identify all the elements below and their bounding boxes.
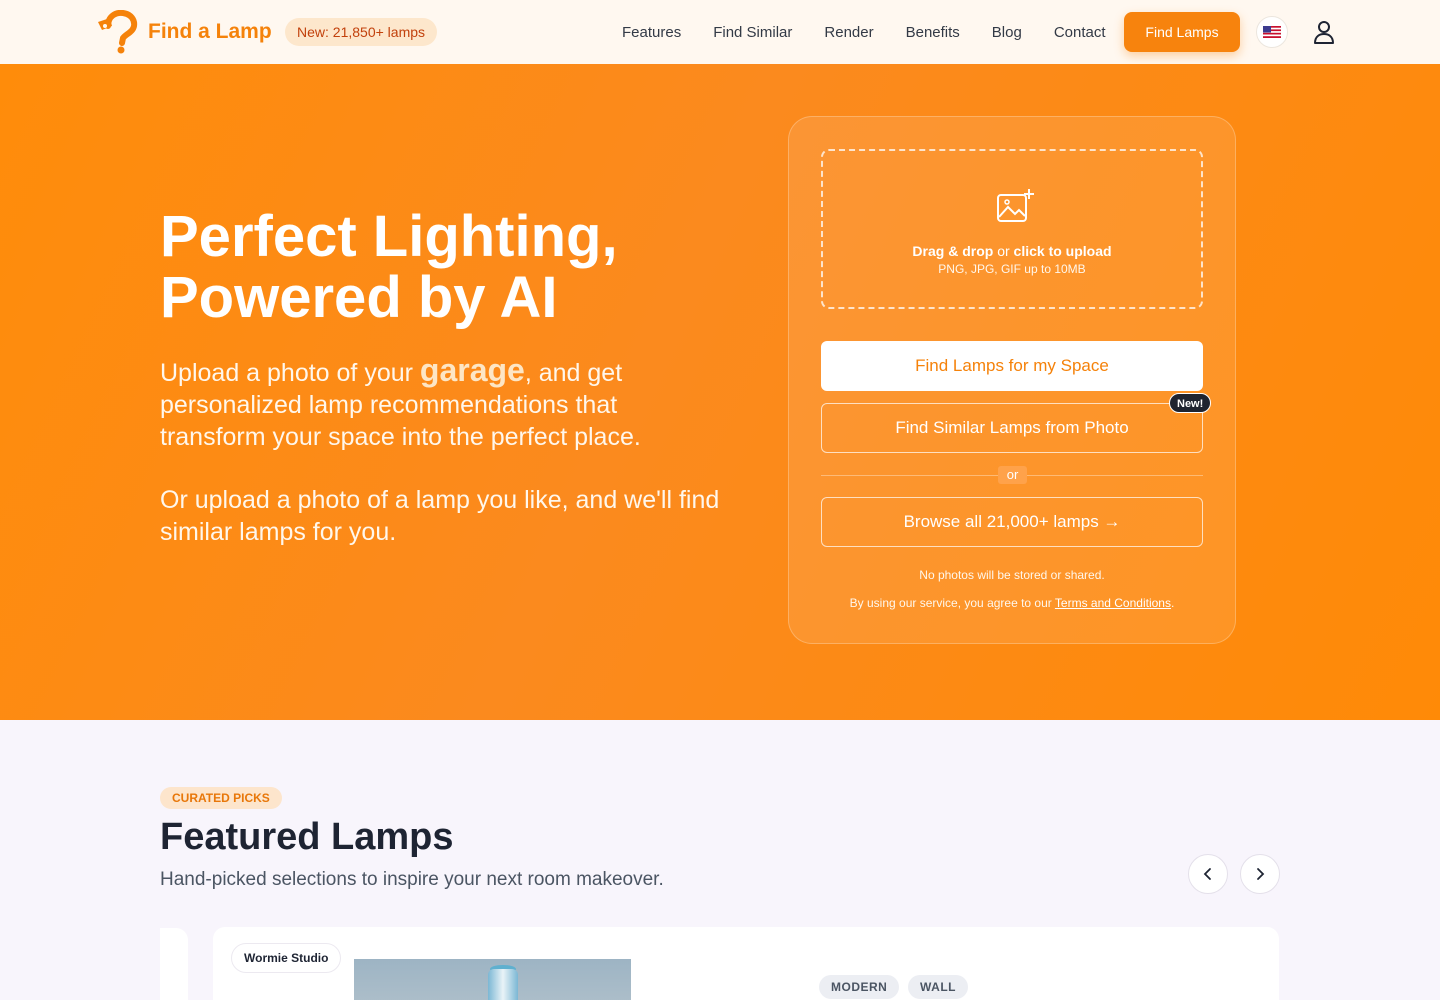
upload-card: Drag & drop or click to upload PNG, JPG,… [788,116,1236,644]
image-upload-icon [997,189,1034,222]
find-lamps-button[interactable]: Find Lamps [1124,12,1240,52]
tag-wall[interactable]: WALL [908,975,968,999]
logo-lamp-icon [98,10,138,54]
featured-title: Featured Lamps [160,816,454,858]
lamp-body-shape [488,969,518,1000]
prev-lamp-card[interactable] [160,928,188,1000]
tag-modern[interactable]: MODERN [819,975,900,999]
carousel-prev-button[interactable] [1188,854,1228,894]
find-lamps-space-button[interactable]: Find Lamps for my Space [821,341,1203,391]
hero-room-highlight: garage [419,352,525,388]
or-label: or [998,466,1027,484]
lamp-count-badge: New: 21,850+ lamps [285,18,438,46]
click-upload-text[interactable]: click to upload [1014,243,1112,259]
new-badge: New! [1169,393,1212,413]
file-types-hint: PNG, JPG, GIF up to 10MB [938,262,1086,276]
nav-blog[interactable]: Blog [992,24,1022,41]
featured-lamp-card[interactable]: Wormie Studio MODERN WALL [213,927,1279,1000]
main-nav: Features Find Similar Render Benefits Bl… [622,0,1138,64]
user-icon[interactable] [1311,19,1337,45]
hero-section: Perfect Lighting, Powered by AI Upload a… [0,64,1440,720]
hero-title-line2: Powered by AI [160,265,558,330]
find-similar-lamps-button[interactable]: Find Similar Lamps from Photo [821,403,1203,453]
top-navbar: Find a Lamp New: 21,850+ lamps Features … [0,0,1440,64]
terms-note: By using our service, you agree to our T… [789,596,1235,610]
featured-section: CURATED PICKS Featured Lamps Hand-picked… [0,720,1440,1000]
upload-dropzone[interactable]: Drag & drop or click to upload PNG, JPG,… [821,149,1203,309]
drag-drop-text: Drag & drop [912,243,994,259]
carousel-next-button[interactable] [1240,854,1280,894]
terms-prefix: By using our service, you agree to our [849,596,1055,610]
language-selector[interactable] [1256,16,1288,48]
curated-picks-badge: CURATED PICKS [160,787,282,809]
brand-badge: Wormie Studio [231,943,342,973]
nav-contact[interactable]: Contact [1054,24,1106,41]
chevron-right-icon [1257,868,1265,880]
dropzone-text: Drag & drop or click to upload [823,243,1201,259]
nav-benefits[interactable]: Benefits [906,24,960,41]
chevron-left-icon [1203,868,1211,880]
brand-name: Find a Lamp [148,20,272,43]
us-flag-icon [1263,26,1281,38]
hero-subtitle: Upload a photo of your garage, and get p… [160,354,700,453]
nav-features[interactable]: Features [622,24,681,41]
nav-find-similar[interactable]: Find Similar [713,24,792,41]
terms-suffix: . [1170,596,1175,610]
terms-link[interactable]: Terms and Conditions [1055,596,1171,610]
featured-subtitle: Hand-picked selections to inspire your n… [160,869,664,890]
nav-render[interactable]: Render [824,24,873,41]
dropzone-or: or [993,243,1014,259]
hero-title-line1: Perfect Lighting, [160,204,618,269]
brand-logo[interactable]: Find a Lamp [96,10,272,54]
hero-title: Perfect Lighting, Powered by AI [160,206,760,328]
browse-all-lamps-button[interactable]: Browse all 21,000+ lamps → [821,497,1203,547]
lamp-image[interactable] [354,959,631,1000]
hero-subtitle-2: Or upload a photo of a lamp you like, an… [160,486,720,546]
privacy-note: No photos will be stored or shared. [919,568,1105,582]
hero-sub-prefix: Upload a photo of your [160,359,420,387]
